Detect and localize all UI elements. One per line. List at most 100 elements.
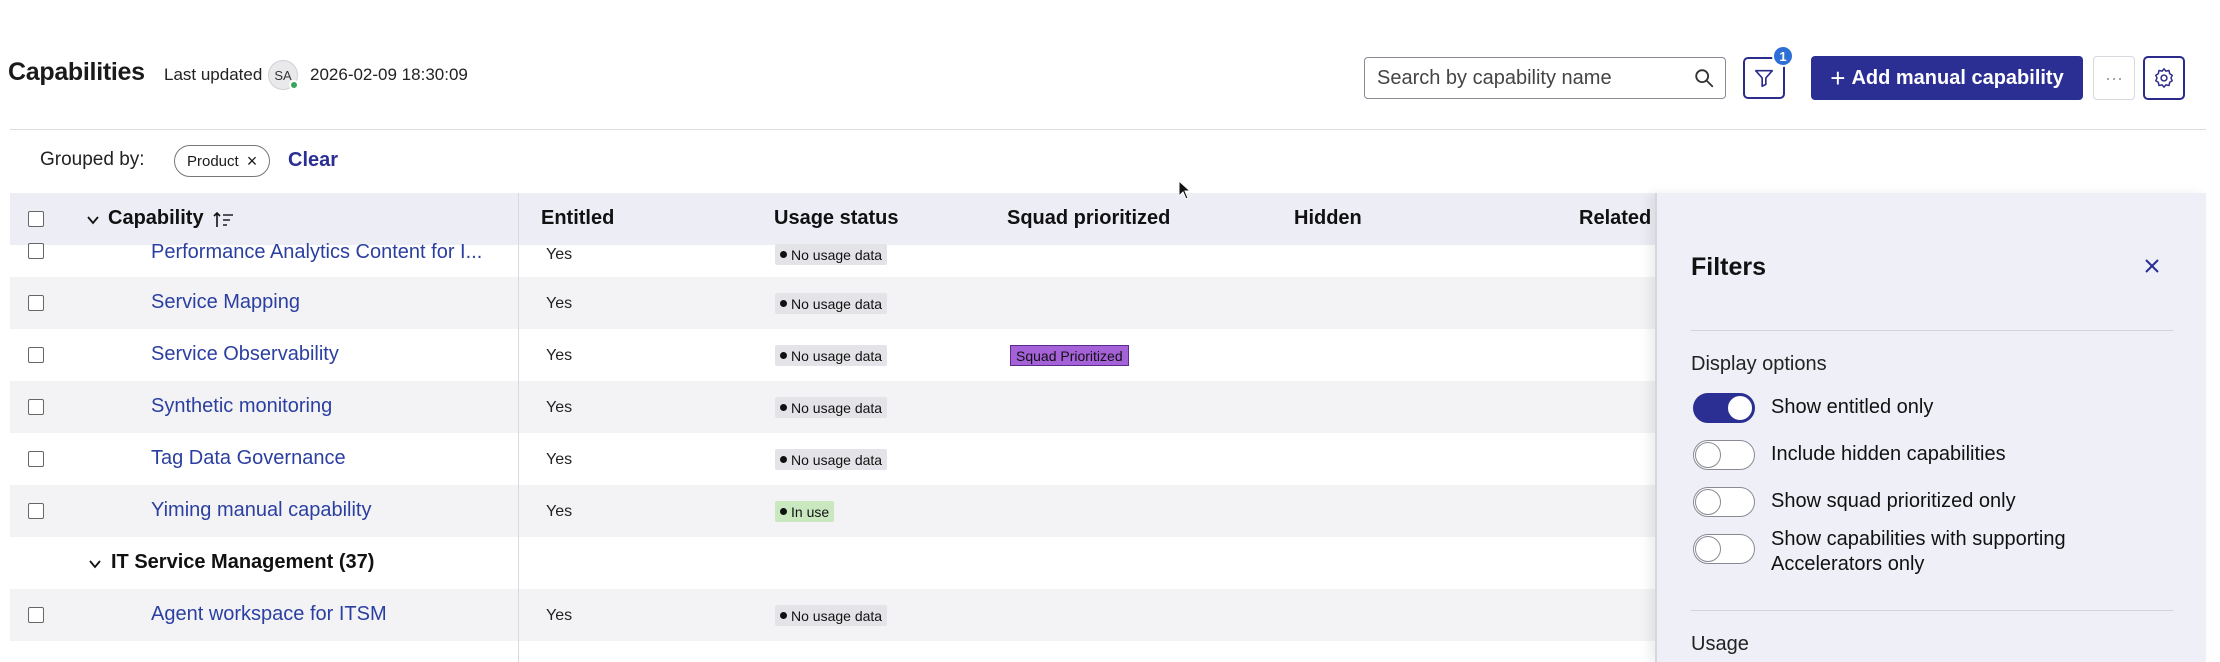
more-options-button[interactable]: ··· — [2093, 56, 2135, 100]
column-header-capability[interactable]: Capability — [108, 207, 204, 230]
toggle-show-squad-prioritized-only[interactable] — [1693, 487, 1755, 517]
sort-ascending-icon[interactable] — [213, 210, 235, 230]
status-dot-icon — [780, 508, 787, 515]
plus-icon: + — [1830, 63, 1846, 93]
chevron-down-icon[interactable] — [86, 213, 100, 227]
capability-link[interactable]: Agent workspace for ITSM — [151, 603, 387, 626]
search-icon[interactable] — [1693, 67, 1715, 89]
search-box — [1364, 57, 1726, 99]
column-divider[interactable] — [518, 193, 519, 662]
group-chip-product[interactable]: Product × — [174, 145, 271, 177]
status-dot-icon — [780, 300, 787, 307]
capability-link[interactable]: Tag Data Governance — [151, 447, 346, 470]
usage-status-badge: No usage data — [775, 397, 888, 418]
toggle-show-entitled-only[interactable] — [1693, 393, 1755, 423]
filter-icon — [1754, 69, 1774, 88]
usage-status-badge: No usage data — [775, 293, 888, 314]
entitled-value: Yes — [546, 399, 573, 416]
toggle-knob — [1695, 442, 1721, 468]
usage-status-badge: In use — [775, 501, 835, 522]
toggle-label-show-entitled-only: Show entitled only — [1771, 396, 1934, 418]
settings-button[interactable] — [2143, 56, 2185, 100]
table-row[interactable]: Performance Analytics Content for I... Y… — [10, 237, 1660, 277]
toggle-knob — [1695, 489, 1721, 515]
usage-status-label: No usage data — [791, 451, 883, 468]
close-icon[interactable]: × — [247, 152, 258, 170]
close-icon[interactable] — [2139, 253, 2165, 279]
usage-status-label: In use — [791, 503, 830, 520]
table-row[interactable]: Tag Data Governance Yes No usage data — [10, 433, 1660, 485]
entitled-value: Yes — [546, 295, 573, 312]
table-row[interactable]: Service Observability Yes No usage data … — [10, 329, 1660, 381]
column-header-usage-status[interactable]: Usage status — [774, 207, 899, 230]
status-dot-icon — [780, 612, 787, 619]
usage-status-badge: No usage data — [775, 345, 888, 366]
entitled-value: Yes — [546, 503, 573, 520]
toggle-label-include-hidden: Include hidden capabilities — [1771, 443, 2006, 465]
add-button-label: Add manual capability — [1851, 66, 2064, 89]
toggle-show-accelerators-only[interactable] — [1693, 534, 1755, 564]
search-input[interactable] — [1365, 66, 1675, 90]
table-row[interactable]: Synthetic monitoring Yes No usage data — [10, 381, 1660, 433]
select-all-checkbox[interactable] — [28, 211, 44, 227]
table-row[interactable]: Yiming manual capability Yes In use — [10, 485, 1660, 537]
capability-link[interactable]: Synthetic monitoring — [151, 395, 332, 418]
page-title: Capabilities — [8, 58, 145, 86]
usage-status-label: No usage data — [791, 399, 883, 416]
panel-divider — [1691, 330, 2173, 331]
last-updated-timestamp: 2026-02-09 18:30:09 — [310, 65, 468, 84]
toggle-knob — [1727, 395, 1753, 421]
table-row[interactable]: Service Mapping Yes No usage data — [10, 277, 1660, 329]
group-row-label: IT Service Management (37) — [111, 551, 375, 573]
header-divider — [10, 129, 2206, 130]
entitled-value: Yes — [546, 607, 573, 624]
toggle-label-squad-prioritized: Show squad prioritized only — [1771, 490, 2016, 512]
filters-panel: Filters Display options Show entitled on… — [1655, 193, 2206, 662]
capabilities-table: Capability Entitled Usage status Squad p… — [10, 193, 1671, 662]
page-header: Capabilities Last updated SA 2026-02-09 … — [0, 0, 2220, 130]
group-chip-label: Product — [187, 152, 239, 170]
capability-link[interactable]: Yiming manual capability — [151, 499, 371, 522]
status-dot-icon — [780, 404, 787, 411]
grouped-by-label: Grouped by: — [40, 149, 145, 170]
entitled-value: Yes — [546, 347, 573, 364]
row-checkbox[interactable] — [28, 347, 44, 363]
row-checkbox[interactable] — [28, 607, 44, 623]
row-checkbox[interactable] — [28, 451, 44, 467]
capability-link[interactable]: Service Observability — [151, 343, 339, 366]
usage-section-label: Usage — [1691, 633, 1749, 655]
usage-status-badge: No usage data — [775, 244, 888, 265]
usage-status-label: No usage data — [791, 607, 883, 624]
status-dot-icon — [780, 456, 787, 463]
group-row-it-service-management[interactable]: IT Service Management (37) — [10, 537, 1660, 589]
status-dot-icon — [780, 251, 787, 258]
usage-status-badge: No usage data — [775, 605, 888, 626]
display-options-label: Display options — [1691, 353, 1827, 375]
clear-grouping-link[interactable]: Clear — [288, 149, 338, 172]
mouse-cursor-icon — [1178, 180, 1192, 200]
add-manual-capability-button[interactable]: + Add manual capability — [1811, 56, 2083, 100]
ellipsis-icon: ··· — [2105, 67, 2123, 88]
avatar-initials: SA — [274, 67, 292, 83]
filters-panel-title: Filters — [1691, 253, 1767, 281]
chevron-down-icon[interactable] — [88, 557, 102, 571]
last-updated-label: Last updated — [164, 65, 263, 84]
capability-link[interactable]: Performance Analytics Content for I... — [151, 241, 482, 264]
row-checkbox[interactable] — [28, 503, 44, 519]
toggle-include-hidden-capabilities[interactable] — [1693, 440, 1755, 470]
column-header-entitled[interactable]: Entitled — [541, 207, 614, 230]
squad-prioritized-badge: Squad Prioritized — [1010, 345, 1129, 366]
usage-status-label: No usage data — [791, 246, 883, 263]
usage-status-badge: No usage data — [775, 449, 888, 470]
table-row[interactable]: Agent workspace for ITSM Yes No usage da… — [10, 589, 1660, 641]
usage-status-label: No usage data — [791, 295, 883, 312]
capability-link[interactable]: Service Mapping — [151, 291, 300, 314]
entitled-value: Yes — [546, 451, 573, 468]
row-checkbox[interactable] — [28, 243, 44, 259]
column-header-squad-prioritized[interactable]: Squad prioritized — [1007, 207, 1170, 230]
toggle-label-accelerators: Show capabilities with supporting Accele… — [1771, 528, 2066, 575]
column-header-hidden[interactable]: Hidden — [1294, 207, 1362, 230]
row-checkbox[interactable] — [28, 295, 44, 311]
row-checkbox[interactable] — [28, 399, 44, 415]
avatar[interactable]: SA — [268, 60, 299, 90]
